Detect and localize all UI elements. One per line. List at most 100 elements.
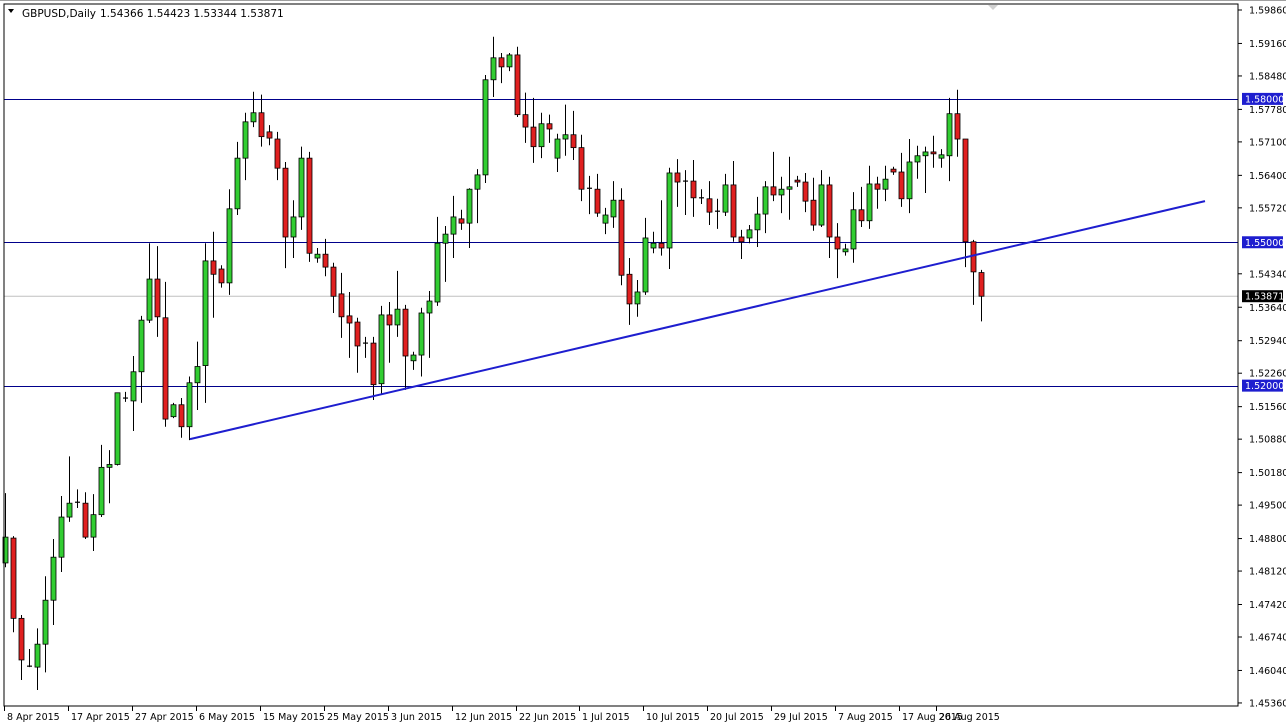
price-tick-label: 1.50180	[1249, 468, 1286, 479]
price-tick-label: 1.52940	[1249, 336, 1286, 347]
time-tick-label: 7 Aug 2015	[838, 712, 893, 723]
candle-body-up	[147, 279, 152, 320]
candle-body-up	[435, 243, 440, 302]
candle-body-up	[443, 234, 448, 243]
price-tick-label: 1.59160	[1249, 39, 1286, 50]
candle-body-up	[187, 383, 192, 427]
candle-body-down	[739, 237, 744, 242]
candle-body-down	[83, 503, 88, 537]
candle-body-up	[195, 367, 200, 383]
candle	[483, 75, 488, 183]
candle-body-down	[579, 148, 584, 190]
price-tick-label: 1.45360	[1249, 698, 1286, 709]
candle	[11, 536, 16, 632]
candle	[515, 47, 520, 117]
candle-body-down	[275, 139, 280, 168]
candle-body-up	[755, 214, 760, 230]
candle-body-down	[571, 135, 576, 148]
candle-body-up	[843, 249, 848, 252]
candle-body-up	[779, 189, 784, 195]
candle-body-up	[243, 122, 248, 158]
bid-price-label: 1.53871	[1245, 292, 1284, 303]
candle-body-down	[595, 189, 600, 213]
time-tick-label: 12 Jun 2015	[455, 712, 512, 723]
candle-body-down	[659, 243, 664, 248]
candle-body-up	[467, 189, 472, 223]
candle	[619, 188, 624, 285]
candle-body-down	[403, 309, 408, 356]
candle-body-up	[419, 313, 424, 355]
candle-body-up	[475, 175, 480, 189]
candle-body-up	[115, 393, 120, 465]
candle-body-up	[131, 372, 136, 401]
candle-body-down	[355, 322, 360, 346]
candle-body-up	[139, 320, 144, 372]
candle-body-up	[763, 187, 768, 214]
chart-background	[0, 0, 1286, 726]
candle-body-down	[691, 181, 696, 198]
candle-body-down	[771, 187, 776, 195]
chart-symbol: GBPUSD,Daily	[22, 8, 96, 20]
candle-body-up	[611, 200, 616, 217]
candle-body-up	[227, 209, 232, 283]
candle-body-down	[307, 158, 312, 253]
candle-body-down	[211, 261, 216, 274]
candle-body-down	[675, 173, 680, 182]
price-tick-label: 1.54340	[1249, 269, 1286, 280]
candle-body-down	[331, 267, 336, 296]
time-tick-label: 3 Jun 2015	[391, 712, 442, 723]
candle-body-down	[323, 254, 328, 267]
candle-body-down	[155, 279, 160, 317]
candle-body-up	[251, 113, 256, 122]
candle-body-up	[635, 292, 640, 304]
level-price-label: 1.55000	[1245, 238, 1284, 249]
candle-body-down	[803, 182, 808, 201]
price-tick-label: 1.59860	[1249, 6, 1286, 17]
candle-body-down	[827, 185, 832, 237]
price-tick-label: 1.56400	[1249, 171, 1286, 182]
candle-body-up	[99, 467, 104, 514]
candle-body-up	[555, 139, 560, 158]
candle-body-up	[667, 173, 672, 248]
candle-body-down	[955, 114, 960, 139]
candle-body-down	[499, 58, 504, 67]
candle-body-down	[515, 55, 520, 115]
candle-body-down	[795, 180, 800, 182]
candle-body-up	[107, 464, 112, 467]
candle-body-down	[267, 132, 272, 138]
candle-body-down	[899, 172, 904, 199]
candle-body-down	[859, 210, 864, 221]
candle-body-up	[947, 114, 952, 156]
time-tick-label: 27 Apr 2015	[135, 712, 194, 723]
candle-body-up	[851, 210, 856, 249]
candle-body-up	[203, 261, 208, 366]
candle-body-down	[259, 113, 264, 137]
candle-body-down	[523, 115, 528, 127]
candle-body-down	[347, 316, 352, 323]
candle-body-down	[707, 199, 712, 212]
candlestick-chart[interactable]: 1.598601.591601.584801.577801.571001.564…	[0, 0, 1286, 726]
candle-body-down	[619, 200, 624, 275]
candle-body-down	[531, 127, 536, 147]
candle-body-up	[43, 600, 48, 644]
candle-body-up	[923, 152, 928, 156]
candle	[379, 306, 384, 395]
time-tick-label: 10 Jul 2015	[646, 712, 700, 723]
candle-body-down	[459, 219, 464, 223]
candle-body-up	[379, 315, 384, 384]
candle-body-up	[747, 230, 752, 238]
candle-body-up	[723, 185, 728, 212]
candle-body-up	[563, 135, 568, 139]
time-tick-label: 20 Jul 2015	[710, 712, 764, 723]
candle-body-up	[915, 156, 920, 162]
candle-body-down	[387, 315, 392, 325]
candle-body-up	[483, 80, 488, 175]
price-tick-label: 1.46040	[1249, 666, 1286, 677]
candle	[307, 152, 312, 262]
price-tick-label: 1.51560	[1249, 402, 1286, 413]
price-tick-label: 1.58480	[1249, 71, 1286, 82]
price-tick-label: 1.53640	[1249, 303, 1286, 314]
candle-body-down	[11, 538, 16, 618]
candle-body-up	[59, 517, 64, 557]
candle-body-up	[299, 158, 304, 217]
